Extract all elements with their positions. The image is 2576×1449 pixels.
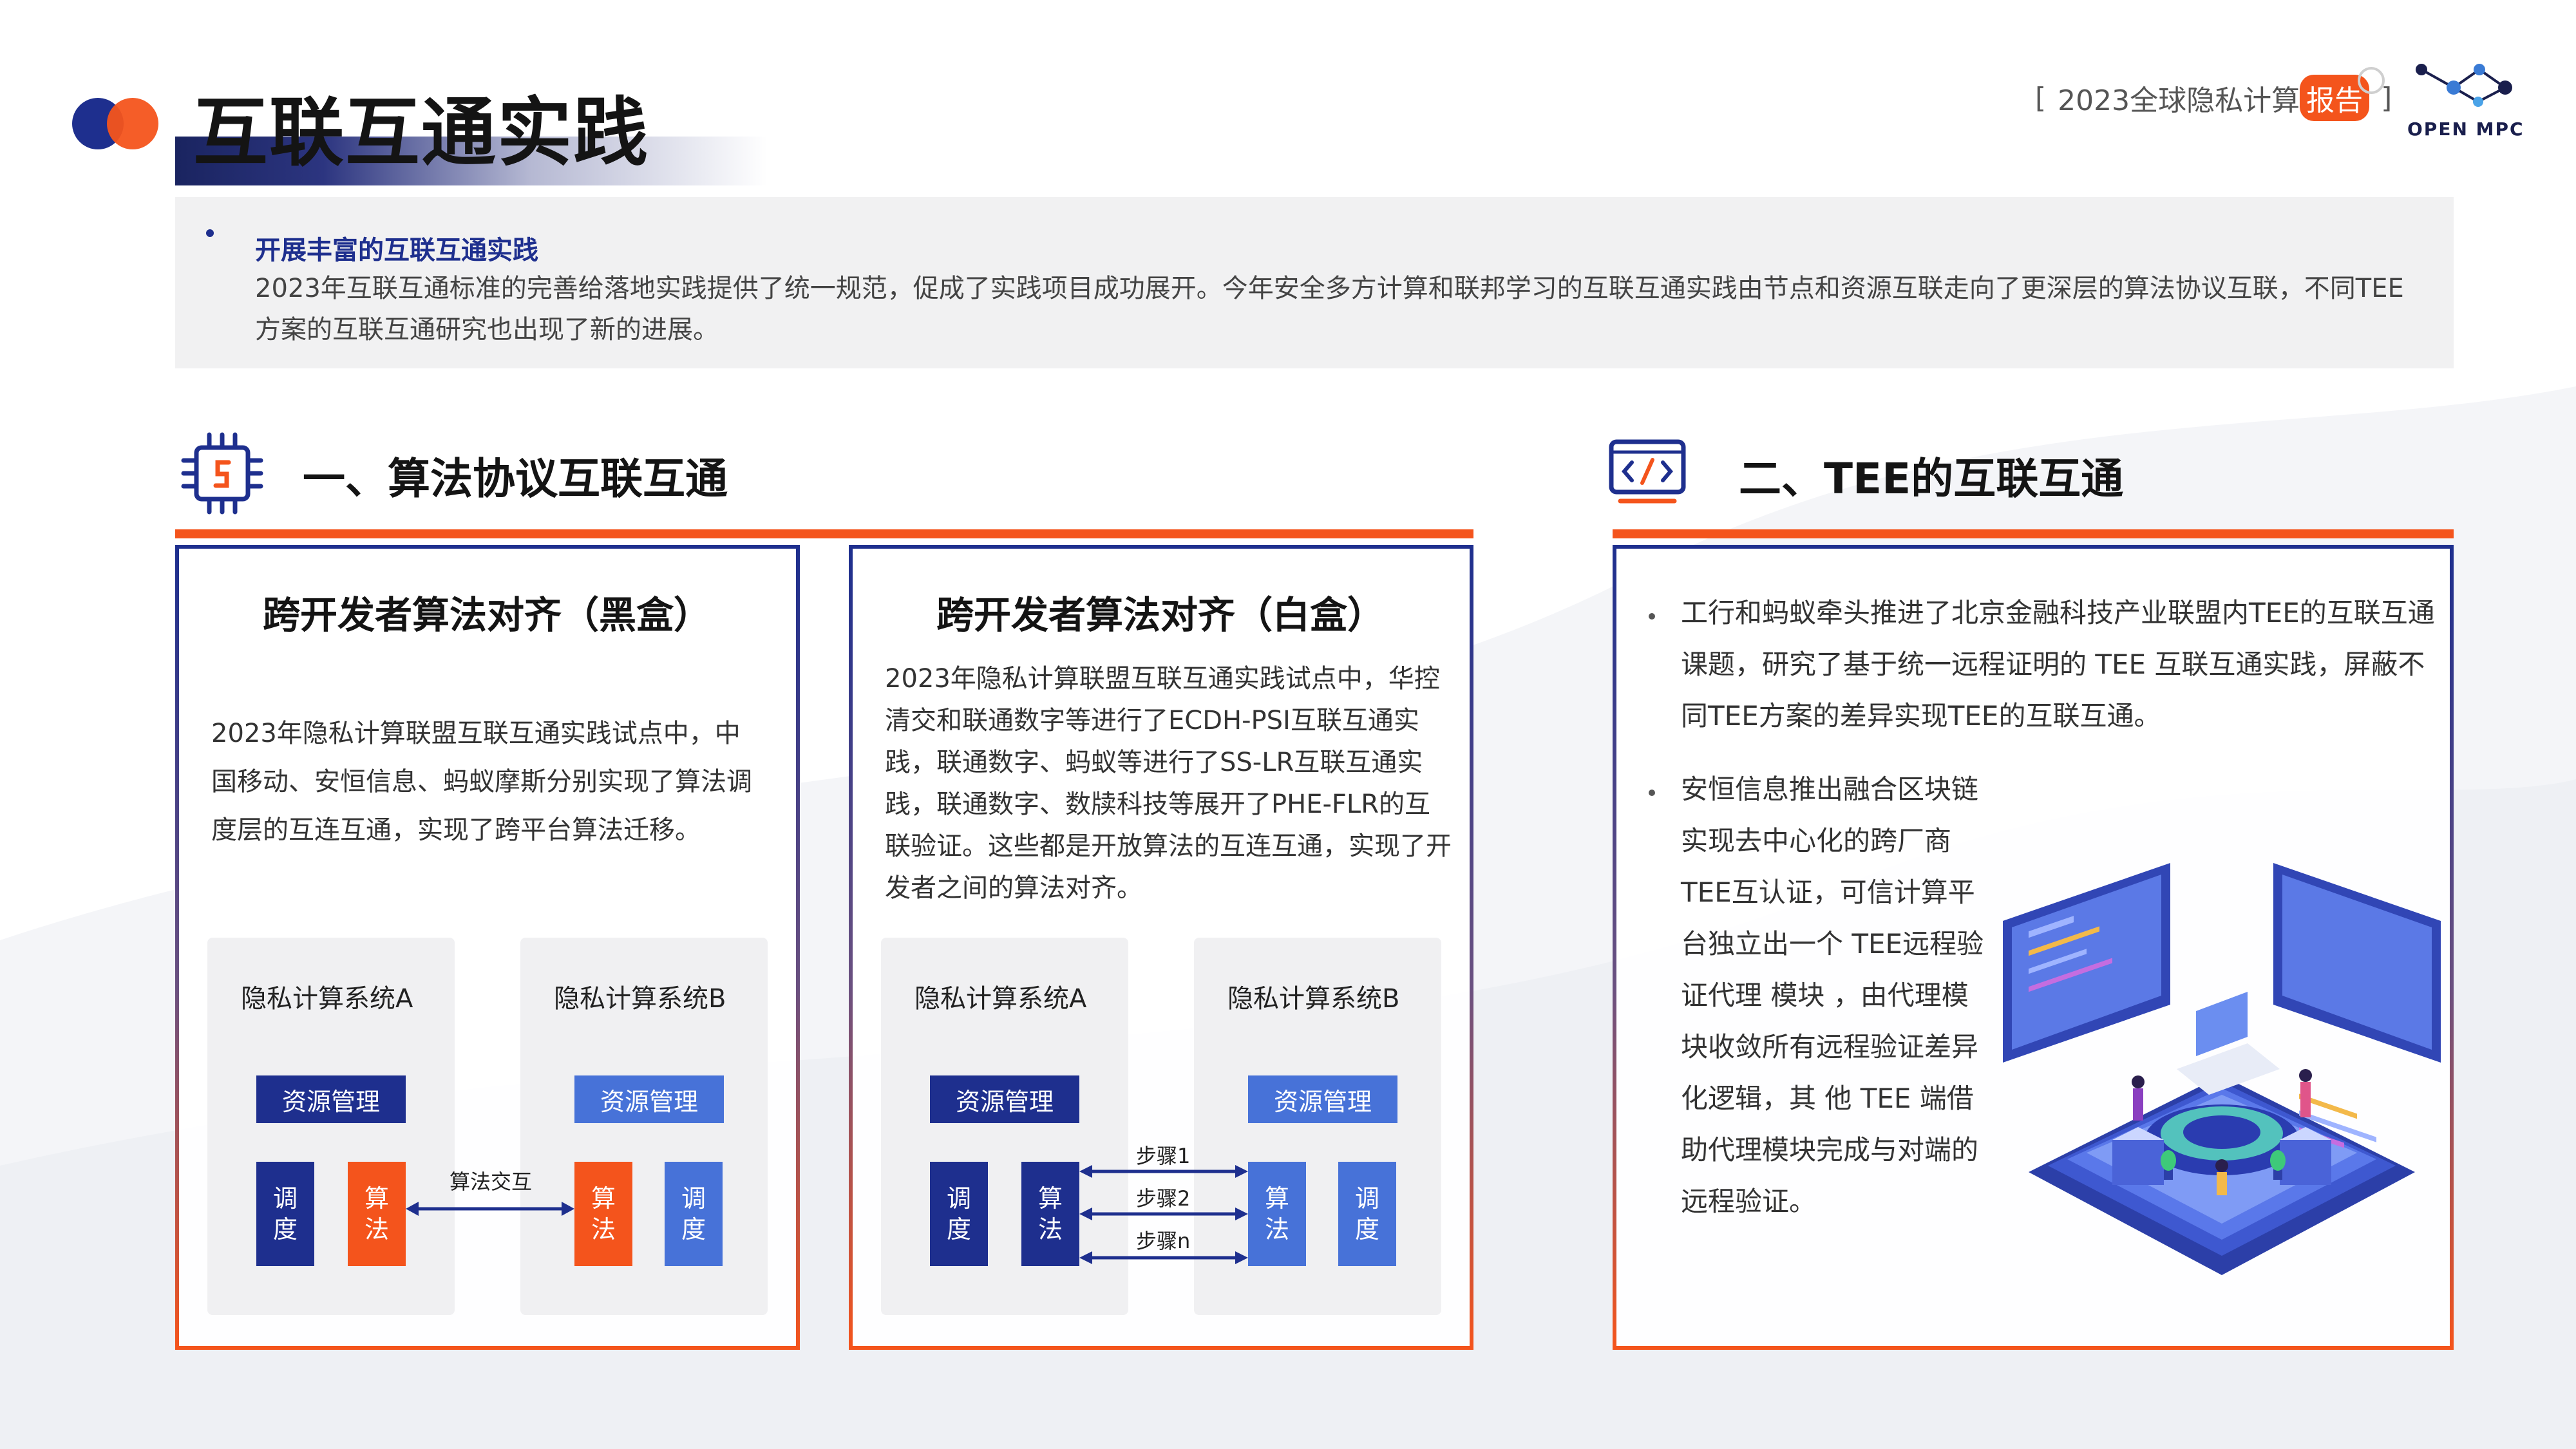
tee-paragraph-2: 安恒信息推出融合区块链 实现去中心化的跨厂商 TEE互认证，可信计算平 台独立出… [1681,773,1984,1217]
left-system-b-box: 隐私计算系统B 资源管理 算法 调度 [520,938,768,1315]
page-title: 互联互通实践 [193,90,649,176]
algorithm-interaction-label: 算法交互 [450,1170,533,1194]
middle-panel-text: 2023年隐私计算联盟互联互通实践试点中，华控清交和联通数字等进行了ECDH-P… [885,664,1452,903]
intro-body: 2023年互联互通标准的完善给落地实践提供了统一规范，促成了实践项目成功展开。今… [255,274,2404,345]
schedule-block: 调度 [930,1162,988,1266]
section1-rule [175,529,1473,538]
schedule-block: 调度 [1338,1162,1396,1266]
algorithm-block: 算法 [1248,1162,1306,1266]
section2-title: 二、TEE的互联互通 [1739,454,2124,504]
system-a-label: 隐私计算系统A [241,984,413,1014]
code-icon [1609,439,1686,504]
middle-panel: 跨开发者算法对齐（白盒） 2023年隐私计算联盟互联互通实践试点中，华控清交和联… [849,545,1473,1350]
section2-rule [1613,529,2454,538]
middle-panel-title: 跨开发者算法对齐（白盒） [936,593,1385,637]
chip-icon [181,432,263,515]
left-panel-text: 2023年隐私计算联盟互联互通实践试点中，中国移动、安恒信息、蚂蚁摩斯分别实现了… [211,719,752,845]
algorithm-block: 算法 [348,1162,406,1266]
resource-management-block: 资源管理 [574,1075,724,1123]
schedule-block: 调度 [665,1162,723,1266]
resource-management-block: 资源管理 [256,1075,406,1123]
report-tag-highlight: 报告 [2300,67,2385,121]
brand-name: OPEN MPC [2407,118,2524,140]
intro-heading: 开展丰富的互联互通实践 [255,236,538,265]
algorithm-block: 算法 [574,1162,632,1266]
schedule-block: 调度 [256,1162,314,1266]
resource-management-block: 资源管理 [1248,1075,1397,1123]
left-panel: 跨开发者算法对齐（黑盒） 2023年隐私计算联盟互联互通实践试点中，中国移动、安… [175,545,800,1350]
resource-management-block: 资源管理 [930,1075,1079,1123]
double-arrow-icon [1079,1165,1248,1178]
algorithm-block: 算法 [1021,1162,1079,1266]
tee-paragraph-1: 工行和蚂蚁牵头推进了北京金融科技产业联盟内TEE的互联互通 课题，研究了基于统一… [1681,597,2435,732]
brand-dots-logo [72,98,162,149]
bullet-dot [1649,790,1655,796]
system-b-label: 隐私计算系统B [1227,984,1400,1014]
section1-title: 一、算法协议互联互通 [303,454,728,504]
double-arrow-icon [1079,1251,1248,1264]
intro-box: 开展丰富的互联互通实践 2023年互联互通标准的完善给落地实践提供了统一规范，促… [175,197,2454,368]
isometric-datacenter-illustration [2003,863,2441,1275]
report-tag-text: 2023全球隐私计算 [2058,84,2300,117]
bullet-dot [1649,613,1655,620]
double-arrow-icon [406,1202,574,1216]
report-tag: [ 2023全球隐私计算 报告 ] [2035,67,2392,121]
system-a-label: 隐私计算系统A [914,984,1087,1014]
intro-bullet [206,229,214,237]
left-system-a-box: 隐私计算系统A 资源管理 调度 算法 [207,938,455,1315]
left-panel-title: 跨开发者算法对齐（黑盒） [263,593,712,637]
system-b-label: 隐私计算系统B [554,984,726,1014]
double-arrow-icon [1079,1208,1248,1220]
